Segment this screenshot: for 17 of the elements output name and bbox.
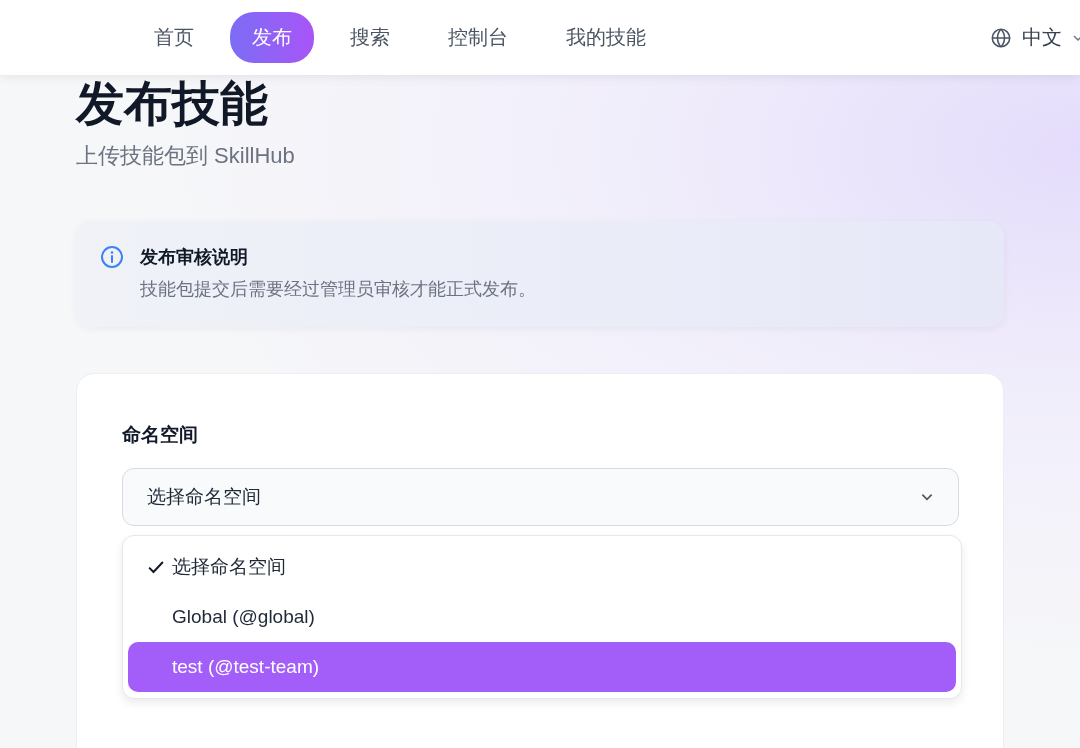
nav-tab[interactable]: 我的技能 (544, 12, 668, 63)
page-subtitle: 上传技能包到 SkillHub (76, 142, 296, 170)
nav-tab[interactable]: 发布 (230, 12, 314, 63)
dropdown-option[interactable]: Global (@global) (128, 592, 956, 642)
nav-tab[interactable]: 首页 (132, 12, 216, 63)
nav-tab[interactable]: 搜索 (328, 12, 412, 63)
notice-title: 发布审核说明 (140, 246, 249, 269)
info-icon (100, 245, 124, 269)
notice-text: 技能包提交后需要经过管理员审核才能正式发布。 (140, 278, 536, 301)
dropdown-option[interactable]: 选择命名空间 (128, 542, 956, 592)
dropdown-option[interactable]: test (@test-team) (128, 642, 956, 692)
language-switcher[interactable]: 中文 (990, 24, 1080, 51)
field-label: 命名空间 (122, 423, 199, 447)
globe-icon (990, 26, 1012, 49)
namespace-select[interactable]: 选择命名空间 (122, 468, 959, 526)
nav-tab[interactable]: 控制台 (426, 12, 530, 63)
page-title: 发布技能 (76, 77, 269, 131)
